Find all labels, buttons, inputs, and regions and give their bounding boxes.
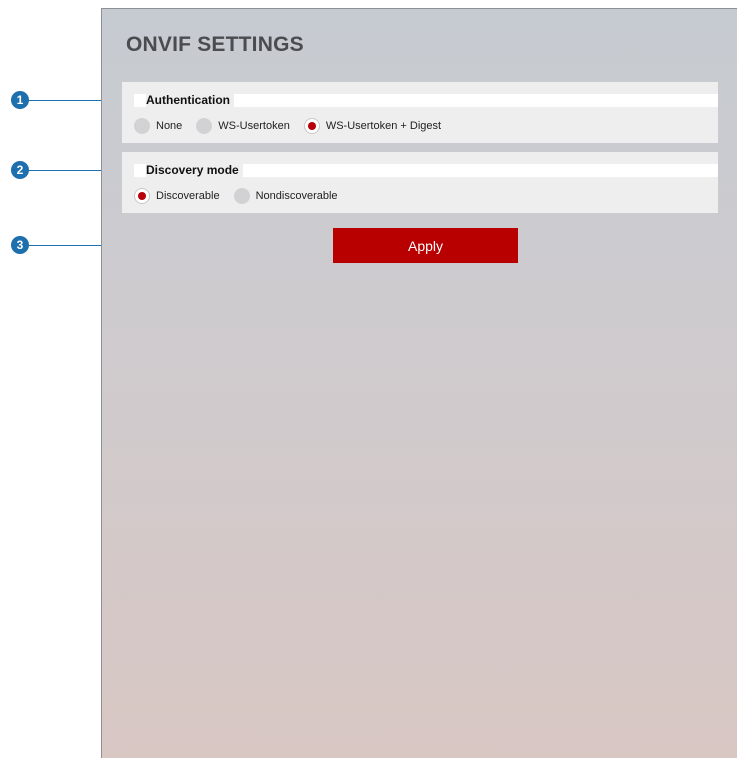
discovery-option-nondiscoverable[interactable]: Nondiscoverable (233, 188, 338, 204)
authentication-section: Authentication None WS-Usertoken WS-User… (122, 82, 718, 143)
option-label: WS-Usertoken + Digest (325, 120, 442, 132)
radio-discoverable[interactable] (134, 188, 150, 204)
option-label: None (156, 120, 183, 132)
callout-3: 3 (11, 236, 29, 254)
option-label: Nondiscoverable (255, 190, 338, 202)
callout-1: 1 (11, 91, 29, 109)
page-title: ONVIF SETTINGS (126, 33, 304, 56)
auth-option-ws-usertoken-digest[interactable]: WS-Usertoken + Digest (303, 118, 442, 134)
discovery-section: Discovery mode Discoverable Nondiscovera… (122, 152, 718, 213)
option-label: WS-Usertoken (218, 120, 290, 132)
option-label: Discoverable (156, 190, 220, 202)
radio-ws-usertoken-digest[interactable] (303, 118, 320, 134)
discovery-option-discoverable[interactable]: Discoverable (134, 188, 220, 204)
section-header: Authentication (134, 94, 718, 107)
radio-ws-usertoken[interactable] (196, 118, 213, 134)
authentication-options: None WS-Usertoken WS-Usertoken + Digest (134, 118, 455, 134)
discovery-label: Discovery mode (146, 164, 243, 177)
radio-nondiscoverable[interactable] (233, 188, 250, 204)
apply-button[interactable]: Apply (333, 228, 518, 263)
callout-2: 2 (11, 161, 29, 179)
settings-panel: ONVIF SETTINGS Authentication None WS-Us… (101, 8, 737, 758)
auth-option-ws-usertoken[interactable]: WS-Usertoken (196, 118, 290, 134)
section-header: Discovery mode (134, 164, 718, 177)
authentication-label: Authentication (146, 94, 234, 107)
radio-none[interactable] (134, 118, 150, 134)
auth-option-none[interactable]: None (134, 118, 182, 134)
discovery-options: Discoverable Nondiscoverable (134, 188, 352, 204)
